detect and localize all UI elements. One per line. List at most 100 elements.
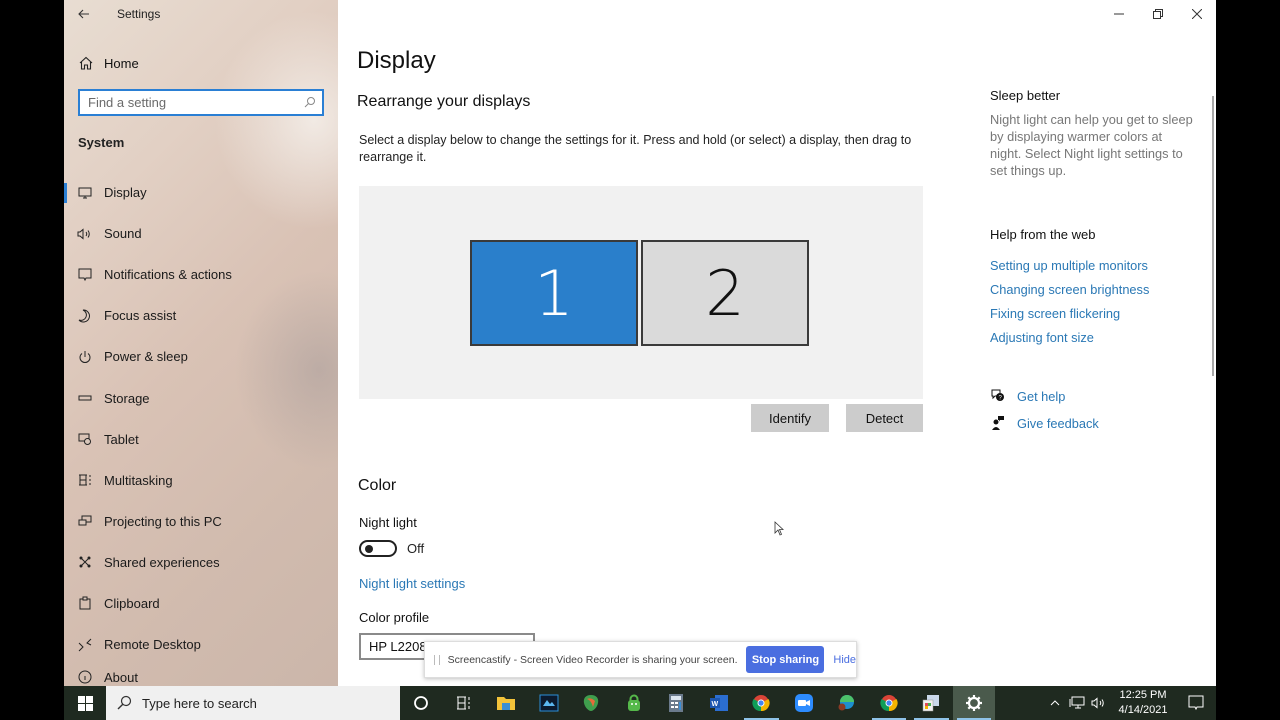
get-help-icon: ?	[991, 389, 1004, 402]
taskbar-app-chrome-profile[interactable]	[868, 686, 911, 720]
windows-logo-icon	[77, 695, 93, 711]
chrome-icon	[880, 695, 898, 712]
sidebar-item-multitasking[interactable]: Multitasking	[64, 460, 338, 501]
home-link[interactable]: Home	[78, 52, 139, 74]
section-label-system: System	[78, 135, 125, 150]
night-light-label: Night light	[359, 515, 417, 530]
taskbar-app-vpn[interactable]	[613, 686, 656, 720]
sidebar-item-projecting[interactable]: Projecting to this PC	[64, 501, 338, 542]
restore-icon	[1152, 9, 1163, 19]
sidebar-item-label: Remote Desktop	[104, 637, 201, 653]
night-light-settings-link[interactable]: Night light settings	[359, 576, 465, 591]
monitor-2[interactable]: 2	[641, 240, 809, 346]
sidebar-item-sound[interactable]: Sound	[64, 213, 338, 254]
give-feedback-link[interactable]: Give feedback	[990, 415, 1099, 431]
sidebar-nav: Display Sound Notifications & actions Fo…	[64, 172, 338, 685]
sidebar-item-display[interactable]: Display	[64, 172, 338, 213]
show-hidden-icons-button[interactable]	[1044, 686, 1066, 720]
task-view-button[interactable]	[443, 686, 486, 720]
calculator-icon	[669, 694, 684, 712]
window-controls	[1099, 0, 1216, 28]
volume-button[interactable]	[1088, 686, 1110, 720]
minimize-button[interactable]	[1099, 0, 1138, 28]
sidebar-item-storage[interactable]: Storage	[64, 377, 338, 418]
clock-time: 12:25 PM	[1119, 689, 1167, 701]
hide-button[interactable]: Hide	[833, 654, 856, 666]
chevron-up-icon	[1050, 700, 1060, 706]
taskbar-search-placeholder: Type here to search	[142, 695, 257, 711]
browser-app-icon	[584, 695, 599, 711]
taskbar-app-browser[interactable]	[570, 686, 613, 720]
find-setting-search[interactable]	[78, 89, 324, 116]
night-light-toggle[interactable]	[359, 540, 397, 557]
taskbar-app-photos[interactable]	[910, 686, 953, 720]
sidebar-item-tablet[interactable]: Tablet	[64, 419, 338, 460]
sidebar-item-clipboard[interactable]: Clipboard	[64, 583, 338, 624]
action-center-button[interactable]	[1176, 686, 1216, 720]
tablet-icon	[77, 431, 93, 447]
monitor-1[interactable]: 1	[470, 240, 638, 346]
network-button[interactable]	[1066, 686, 1088, 720]
minimize-icon	[1113, 13, 1124, 15]
taskbar-app-zoom[interactable]	[783, 686, 826, 720]
zoom-icon	[794, 694, 813, 712]
help-link[interactable]: Adjusting font size	[990, 330, 1094, 345]
clock[interactable]: 12:25 PM 4/14/2021	[1110, 688, 1176, 718]
taskbar-app-edge[interactable]	[825, 686, 868, 720]
sidebar-item-label: Focus assist	[104, 308, 177, 324]
sharing-message: Screencastify - Screen Video Recorder is…	[447, 653, 738, 666]
stop-sharing-button[interactable]: Stop sharing	[746, 646, 825, 673]
sidebar-item-focus-assist[interactable]: Focus assist	[64, 295, 338, 336]
notifications-icon	[77, 267, 93, 283]
multitasking-icon	[77, 472, 93, 488]
task-view-icon	[456, 696, 470, 710]
help-link[interactable]: Setting up multiple monitors	[990, 258, 1148, 273]
start-button[interactable]	[64, 686, 106, 720]
back-button[interactable]	[74, 4, 94, 24]
color-profile-label: Color profile	[359, 610, 430, 625]
restore-button[interactable]	[1138, 0, 1177, 28]
home-icon	[79, 56, 93, 70]
taskbar-app-file-explorer[interactable]	[485, 686, 528, 720]
help-link[interactable]: Fixing screen flickering	[990, 306, 1120, 321]
taskbar-app-video-editor[interactable]	[528, 686, 571, 720]
sidebar-item-about[interactable]: About	[64, 665, 338, 685]
taskbar-search[interactable]: Type here to search	[106, 686, 400, 720]
give-feedback-label: Give feedback	[1017, 415, 1099, 431]
sidebar-item-power-sleep[interactable]: Power & sleep	[64, 336, 338, 377]
identify-button[interactable]: Identify	[751, 404, 829, 432]
taskbar-app-calculator[interactable]	[655, 686, 698, 720]
sidebar-item-label: Shared experiences	[104, 554, 220, 570]
power-icon	[77, 349, 93, 365]
display-arrangement-area[interactable]: 1 2	[359, 186, 923, 399]
page-title: Display	[357, 47, 436, 74]
close-button[interactable]	[1177, 0, 1216, 28]
sleep-better-heading: Sleep better	[990, 88, 1061, 103]
get-help-link[interactable]: ? Get help	[990, 388, 1065, 404]
volume-icon	[1091, 697, 1104, 709]
shared-experiences-icon	[77, 554, 93, 570]
sidebar-item-label: Tablet	[104, 431, 139, 447]
search-icon	[117, 695, 132, 710]
taskbar-app-chrome[interactable]	[740, 686, 783, 720]
detect-button[interactable]: Detect	[846, 404, 923, 432]
sidebar-item-label: Display	[104, 185, 147, 201]
find-setting-input[interactable]	[88, 95, 288, 110]
search-icon	[304, 97, 315, 108]
help-link[interactable]: Changing screen brightness	[990, 282, 1149, 297]
taskbar-app-settings[interactable]	[952, 686, 995, 720]
photos-app-icon	[923, 695, 940, 712]
sidebar-item-shared-experiences[interactable]: Shared experiences	[64, 542, 338, 583]
clipboard-icon	[77, 595, 93, 611]
folder-icon	[497, 697, 516, 710]
drag-handle[interactable]	[434, 654, 440, 665]
sidebar-item-remote-desktop[interactable]: Remote Desktop	[64, 624, 338, 665]
letterbox-left	[0, 0, 64, 720]
info-icon	[77, 669, 93, 685]
cortana-button[interactable]	[400, 686, 443, 720]
sidebar-item-notifications[interactable]: Notifications & actions	[64, 254, 338, 295]
taskbar-app-word[interactable]: W	[698, 686, 741, 720]
close-icon	[1191, 9, 1202, 19]
vertical-scrollbar[interactable]	[1212, 96, 1214, 376]
sidebar-item-label: Sound	[104, 226, 142, 242]
